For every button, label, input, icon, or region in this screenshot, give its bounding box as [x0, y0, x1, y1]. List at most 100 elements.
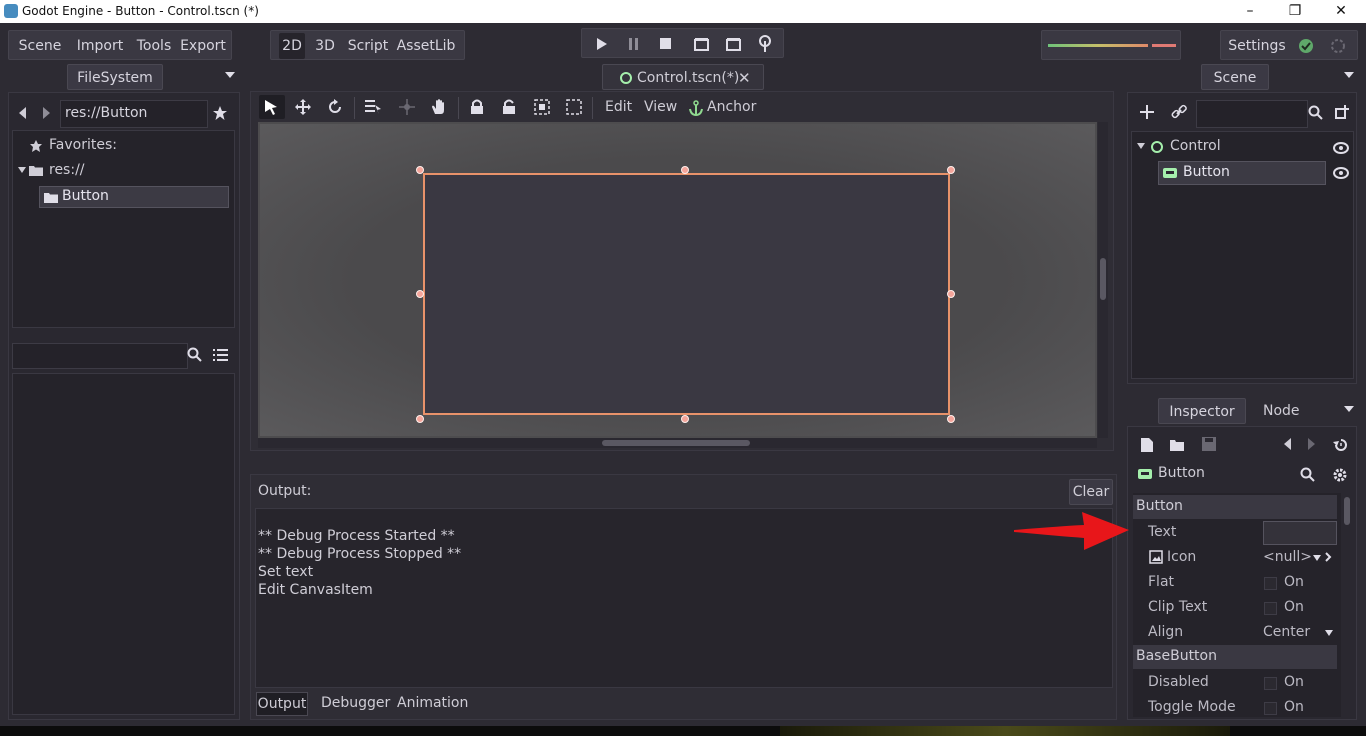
save-icon[interactable]	[1202, 437, 1216, 451]
vertical-scrollbar[interactable]	[1098, 122, 1108, 438]
inspector-scrollbar[interactable]	[1343, 495, 1351, 715]
rotate-tool-icon[interactable]	[327, 99, 343, 115]
resize-handle[interactable]	[681, 166, 689, 174]
list-select-icon[interactable]	[365, 99, 381, 115]
prop-toggle-checkbox[interactable]	[1264, 702, 1277, 715]
gear-icon[interactable]	[1332, 467, 1348, 483]
prop-text-input[interactable]	[1263, 521, 1337, 545]
selected-folder-row[interactable]: Button	[39, 186, 229, 208]
menu-export[interactable]: Export	[177, 31, 229, 61]
prop-clip-checkbox[interactable]	[1264, 602, 1277, 615]
dropdown-arrow-icon[interactable]	[1313, 555, 1321, 561]
resize-handle[interactable]	[947, 415, 955, 423]
node-filter-input[interactable]	[1196, 100, 1308, 128]
pivot-tool-icon[interactable]	[399, 99, 415, 115]
resize-handle[interactable]	[947, 166, 955, 174]
prop-flat-checkbox[interactable]	[1264, 577, 1277, 590]
history-icon[interactable]	[1333, 437, 1349, 453]
open-folder-icon[interactable]	[1170, 438, 1186, 452]
history-forward-icon[interactable]	[1308, 438, 1316, 450]
chevron-right-icon[interactable]	[1325, 552, 1332, 562]
horizontal-scroll-thumb[interactable]	[602, 440, 750, 446]
section-header-button[interactable]: Button	[1133, 495, 1337, 519]
search-icon[interactable]	[1308, 105, 1324, 121]
resize-handle[interactable]	[681, 415, 689, 423]
file-search-input[interactable]	[12, 343, 188, 369]
menu-import[interactable]: Import	[69, 31, 131, 61]
search-icon[interactable]	[1300, 467, 1316, 483]
resize-handle[interactable]	[416, 290, 424, 298]
play-scene-icon[interactable]	[694, 37, 710, 51]
search-icon[interactable]	[187, 347, 203, 363]
play-icon[interactable]	[596, 37, 608, 51]
workspace-assetlib[interactable]: AssetLib	[395, 31, 457, 61]
menu-anchor[interactable]: Anchor	[707, 99, 756, 115]
workspace-2d[interactable]: 2D	[279, 33, 305, 59]
remote-debug-icon[interactable]	[758, 35, 772, 53]
tab-node[interactable]: Node	[1263, 403, 1300, 419]
select-arrow-icon[interactable]	[264, 99, 278, 115]
expand-arrow-icon[interactable]	[18, 167, 26, 173]
maximize-button[interactable]: ❐	[1285, 2, 1305, 20]
pan-hand-icon[interactable]	[431, 98, 447, 116]
link-icon[interactable]	[1171, 104, 1187, 120]
menu-view[interactable]: View	[644, 99, 677, 115]
workspace-script[interactable]: Script	[345, 31, 391, 61]
menu-scene[interactable]: Scene	[11, 31, 69, 61]
canvas-viewport[interactable]	[258, 122, 1097, 438]
inspector-scroll-thumb[interactable]	[1344, 497, 1350, 525]
tab-output[interactable]: Output	[256, 692, 308, 716]
history-back-icon[interactable]	[1284, 438, 1292, 450]
menu-edit[interactable]: Edit	[605, 99, 632, 115]
favorite-star-icon[interactable]	[212, 105, 228, 121]
tab-filesystem[interactable]: FileSystem	[67, 64, 163, 90]
resize-handle[interactable]	[416, 415, 424, 423]
dock-menu-chevron-icon[interactable]	[1344, 405, 1354, 413]
play-custom-scene-icon[interactable]	[726, 37, 742, 51]
group-icon[interactable]	[534, 99, 550, 115]
path-field[interactable]: res://Button	[60, 100, 208, 128]
visibility-eye-icon[interactable]	[1333, 167, 1349, 179]
tab-debugger[interactable]: Debugger	[321, 695, 390, 711]
close-tab-icon[interactable]: ✕	[738, 65, 751, 91]
scene-tree-button-row[interactable]: Button	[1158, 161, 1326, 185]
back-arrow-icon[interactable]	[19, 107, 27, 119]
settings-menu[interactable]: Settings	[1221, 31, 1293, 61]
clear-button[interactable]: Clear	[1069, 479, 1113, 505]
new-resource-icon[interactable]	[1140, 437, 1154, 453]
section-header-basebutton[interactable]: BaseButton	[1133, 645, 1337, 669]
dock-menu-chevron-icon[interactable]	[225, 71, 235, 79]
forward-arrow-icon[interactable]	[43, 107, 51, 119]
scene-tab-control[interactable]: Control.tscn(*) ✕	[602, 64, 764, 90]
vertical-scroll-thumb[interactable]	[1100, 258, 1106, 300]
minimize-button[interactable]: –	[1240, 2, 1260, 20]
dropdown-arrow-icon[interactable]	[1325, 630, 1333, 636]
visibility-eye-icon[interactable]	[1333, 142, 1349, 154]
tab-animation[interactable]: Animation	[397, 695, 468, 711]
pause-icon[interactable]	[628, 37, 640, 51]
unlock-icon[interactable]	[502, 99, 516, 115]
instance-scene-icon[interactable]	[1334, 104, 1350, 120]
list-view-icon[interactable]	[213, 348, 229, 362]
resize-handle[interactable]	[947, 290, 955, 298]
resize-handle[interactable]	[416, 166, 424, 174]
close-window-button[interactable]: ✕	[1331, 2, 1351, 20]
move-tool-icon[interactable]	[295, 99, 311, 115]
res-root-item[interactable]: res://	[49, 162, 85, 178]
lock-icon[interactable]	[470, 99, 484, 115]
workspace-3d[interactable]: 3D	[311, 31, 339, 61]
prop-disabled-checkbox[interactable]	[1264, 677, 1277, 690]
dock-menu-chevron-icon[interactable]	[1344, 71, 1354, 79]
tab-inspector[interactable]: Inspector	[1158, 398, 1246, 424]
menu-tools[interactable]: Tools	[129, 31, 179, 61]
horizontal-scrollbar[interactable]	[258, 438, 1097, 448]
add-node-icon[interactable]	[1140, 105, 1154, 119]
prop-icon-value[interactable]: <null>	[1263, 549, 1312, 565]
ungroup-icon[interactable]	[566, 99, 582, 115]
expand-arrow-icon[interactable]	[1137, 143, 1145, 149]
stop-icon[interactable]	[660, 38, 672, 50]
scene-tree-control[interactable]: Control	[1170, 138, 1221, 154]
button-node-rect[interactable]	[423, 173, 950, 415]
prop-align-value[interactable]: Center	[1263, 624, 1310, 640]
tab-scene[interactable]: Scene	[1201, 64, 1269, 90]
